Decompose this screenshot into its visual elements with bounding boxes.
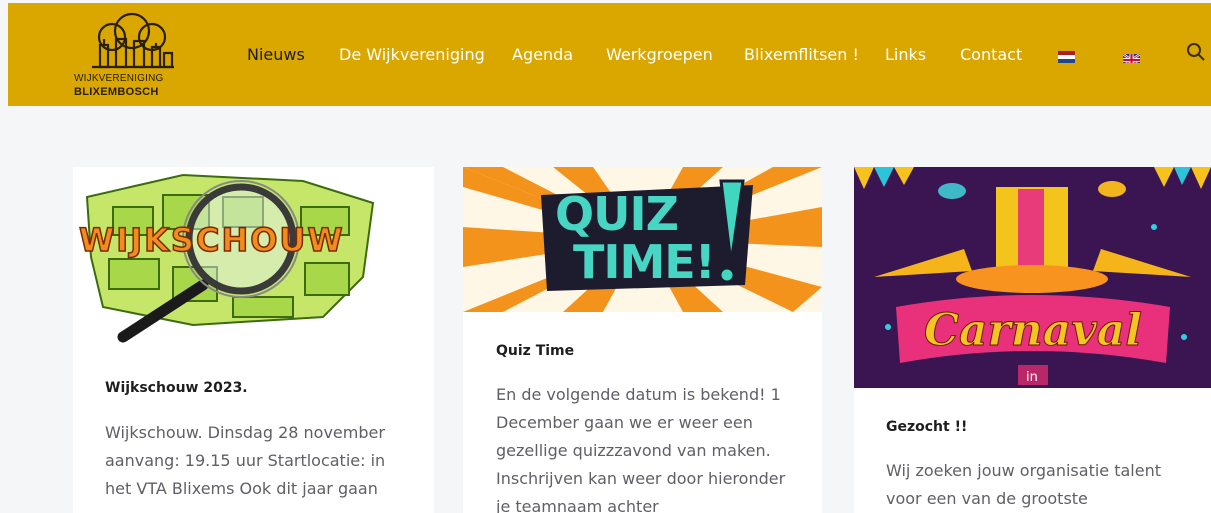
quiz-image-line1: QUIZ	[555, 187, 679, 241]
card-title[interactable]: Quiz Time	[496, 343, 574, 359]
quiz-time-image[interactable]: QUIZ TIME!	[463, 167, 822, 312]
news-card-quiz-time[interactable]: QUIZ TIME! Quiz Time En de volgende datu…	[463, 167, 822, 513]
site-header: WIJKVERENIGING BLIXEMBOSCH Nieuws De Wij…	[8, 3, 1211, 106]
main-nav: Nieuws De Wijkvereniging Agenda Werkgroe…	[8, 3, 1211, 106]
wijkschouw-image-title: WIJKSCHOUW	[78, 220, 345, 260]
search-icon[interactable]	[1186, 42, 1206, 62]
quiz-image-line2: TIME!	[573, 235, 716, 289]
wijkschouw-image[interactable]: WIJKSCHOUW	[73, 167, 434, 347]
nav-blixemflitsen[interactable]: Blixemflitsen !	[744, 45, 859, 64]
flag-nl-icon[interactable]	[1058, 51, 1075, 63]
nav-werkgroepen[interactable]: Werkgroepen	[606, 45, 713, 64]
nav-links[interactable]: Links	[885, 45, 926, 64]
flag-uk-icon[interactable]	[1123, 51, 1140, 63]
card-title[interactable]: Gezocht !!	[886, 419, 967, 435]
news-card-gezocht[interactable]: Carnaval in Gezocht !! Wij zoeken jouw o…	[854, 167, 1211, 513]
card-excerpt: Wij zoeken jouw organisatie talent voor …	[886, 461, 1161, 508]
card-title[interactable]: Wijkschouw 2023.	[105, 380, 248, 396]
card-excerpt: Wijkschouw. Dinsdag 28 november aanvang:…	[105, 423, 386, 498]
carnaval-image[interactable]: Carnaval in	[854, 167, 1211, 388]
nav-de-wijkvereniging[interactable]: De Wijkvereniging	[339, 45, 485, 64]
nav-nieuws[interactable]: Nieuws	[247, 45, 305, 64]
card-excerpt: En de volgende datum is bekend! 1 Decemb…	[496, 385, 786, 513]
carnaval-image-title: Carnaval	[923, 305, 1143, 357]
news-card-wijkschouw[interactable]: WIJKSCHOUW Wijkschouw 2023. Wijkschouw. …	[73, 167, 434, 513]
nav-contact[interactable]: Contact	[960, 45, 1022, 64]
carnaval-image-subtitle: in	[1026, 370, 1038, 385]
nav-agenda[interactable]: Agenda	[512, 45, 573, 64]
